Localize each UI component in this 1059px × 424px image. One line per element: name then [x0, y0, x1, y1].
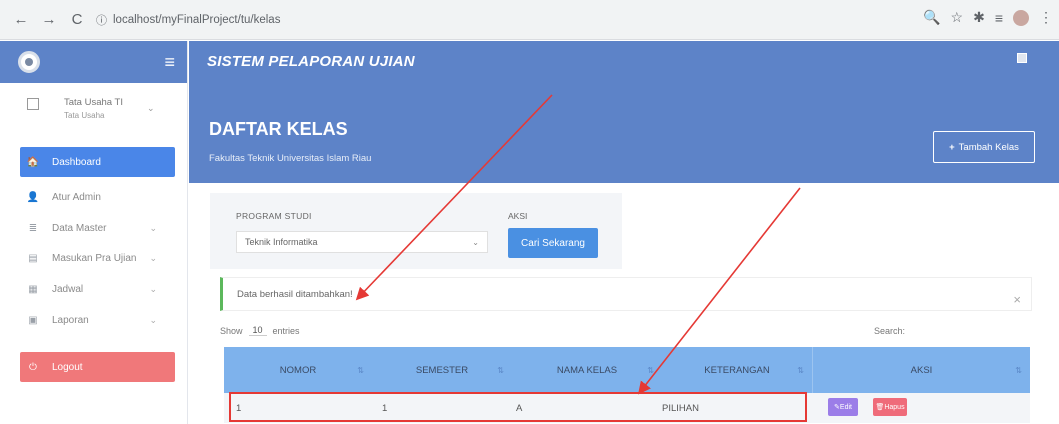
page-title: DAFTAR KELAS — [209, 119, 348, 139]
entries-control: Show 10 entries — [220, 325, 300, 336]
sidebar-item-label: Dashboard — [52, 156, 101, 168]
table-header: NOMOR ⇅ SEMESTER ⇅ NAMA KELAS ⇅ KETERANG… — [224, 347, 1030, 393]
sidebar-item-label: Masukan Pra Ujian — [52, 252, 137, 264]
sidebar: ≡ Tata Usaha TI Tata Usaha ⌄ 🏠 Dashboard… — [0, 41, 188, 424]
home-icon: 🏠 — [26, 156, 40, 168]
chevron-down-icon: ⌄ — [149, 314, 157, 325]
extension-icon[interactable]: ✱ — [973, 9, 985, 26]
column-nama-kelas[interactable]: NAMA KELAS ⇅ — [512, 347, 662, 393]
profile-avatar[interactable] — [1013, 9, 1029, 26]
action-label: AKSI — [508, 211, 528, 221]
delete-label: Hapus — [884, 403, 905, 411]
column-aksi[interactable]: AKSI ⇅ — [813, 347, 1030, 393]
sidebar-item-label: Logout — [52, 361, 83, 373]
sidebar-item-laporan[interactable]: ▣ Laporan ⌄ — [20, 305, 175, 335]
chevron-down-icon: ⌄ — [472, 237, 479, 247]
info-icon[interactable]: ⓘ — [96, 12, 107, 28]
success-alert: Data berhasil ditambahkan! × — [220, 277, 1032, 311]
sort-icon: ⇅ — [647, 365, 654, 375]
forward-icon[interactable]: → — [38, 9, 60, 31]
edit-label: Edit — [839, 403, 852, 411]
sort-icon: ⇅ — [797, 365, 804, 375]
user-role: Tata Usaha — [64, 111, 105, 120]
program-study-label: PROGRAM STUDI — [236, 211, 312, 221]
form-icon: ▤ — [28, 252, 38, 264]
report-icon: ▣ — [28, 314, 38, 326]
page-header: DAFTAR KELAS Fakultas Teknik Universitas… — [189, 83, 1059, 183]
column-nomor[interactable]: NOMOR ⇅ — [224, 347, 372, 393]
bookmark-star-icon[interactable]: ☆ — [951, 9, 964, 26]
sidebar-item-label: Data Master — [52, 222, 107, 234]
sidebar-header: ≡ — [0, 41, 187, 83]
chevron-down-icon: ⌄ — [149, 222, 157, 233]
program-study-select[interactable]: Teknik Informatika ⌄ — [236, 231, 488, 253]
column-label: NOMOR — [279, 364, 317, 376]
alert-message: Data berhasil ditambahkan! — [237, 289, 353, 300]
column-label: SEMESTER — [415, 364, 469, 376]
entries-label: entries — [272, 325, 300, 336]
column-label: AKSI — [910, 364, 933, 376]
avatar — [27, 98, 39, 110]
chevron-down-icon: ⌄ — [149, 283, 157, 294]
add-class-label: Tambah Kelas — [958, 141, 1019, 153]
page-subtitle: Fakultas Teknik Universitas Islam Riau — [209, 153, 372, 164]
close-icon[interactable]: × — [1013, 292, 1021, 307]
sort-icon: ⇅ — [1015, 365, 1022, 375]
show-label: Show — [220, 325, 243, 336]
hamburger-icon[interactable]: ≡ — [164, 53, 175, 71]
back-icon[interactable]: ← — [10, 9, 32, 31]
content-card: PROGRAM STUDI Teknik Informatika ⌄ AKSI … — [208, 183, 1032, 424]
logo — [18, 51, 40, 73]
sort-icon: ⇅ — [497, 365, 504, 375]
user-icon: 👤 — [26, 191, 40, 203]
sidebar-item-dashboard[interactable]: 🏠 Dashboard — [20, 147, 175, 177]
plus-icon: + — [949, 141, 955, 153]
filter-panel: PROGRAM STUDI Teknik Informatika ⌄ AKSI … — [210, 193, 622, 269]
user-name: Tata Usaha TI — [64, 97, 123, 108]
sidebar-item-masukan-pra-ujian[interactable]: ▤ Masukan Pra Ujian ⌄ — [20, 243, 175, 273]
topbar: SISTEM PELAPORAN UJIAN — [189, 41, 1059, 83]
column-label: KETERANGAN — [704, 364, 770, 376]
edit-button[interactable]: ✎ Edit — [828, 398, 858, 416]
database-icon: ≣ — [28, 222, 38, 234]
chevron-down-icon: ⌄ — [149, 252, 157, 263]
sidebar-item-data-master[interactable]: ≣ Data Master ⌄ — [20, 213, 175, 243]
browser-menu-icon[interactable]: ⋮ — [1039, 9, 1053, 26]
browser-toolbar: ← → C ⓘ localhost/myFinalProject/tu/kela… — [0, 0, 1059, 40]
power-icon: ⏻ — [29, 361, 37, 373]
browser-actions: 🔍 ☆ ✱ ≡ ⋮ — [923, 9, 1053, 26]
search-label: Search: — [874, 326, 906, 336]
add-class-button[interactable]: + Tambah Kelas — [933, 131, 1035, 163]
notification-image-icon[interactable] — [1017, 53, 1027, 63]
reload-icon[interactable]: C — [66, 9, 88, 31]
chevron-down-icon[interactable]: ⌄ — [147, 103, 155, 114]
url-text[interactable]: localhost/myFinalProject/tu/kelas — [113, 14, 280, 26]
sidebar-item-atur-admin[interactable]: 👤 Atur Admin — [20, 182, 175, 212]
user-panel[interactable]: Tata Usaha TI Tata Usaha ⌄ — [0, 83, 187, 141]
column-keterangan[interactable]: KETERANGAN ⇅ — [662, 347, 812, 393]
app-title: SISTEM PELAPORAN UJIAN — [207, 53, 415, 70]
delete-button[interactable]: 🗑 Hapus — [873, 398, 907, 416]
sidebar-item-logout[interactable]: ⏻ Logout — [20, 352, 175, 382]
column-semester[interactable]: SEMESTER ⇅ — [372, 347, 512, 393]
sidebar-item-label: Jadwal — [52, 283, 84, 295]
trash-icon: 🗑 — [875, 404, 885, 411]
sort-icon: ⇅ — [357, 365, 364, 375]
zoom-icon[interactable]: 🔍 — [923, 9, 940, 26]
playlist-icon[interactable]: ≡ — [995, 10, 1003, 26]
column-label: NAMA KELAS — [556, 364, 618, 376]
sidebar-item-jadwal[interactable]: ▦ Jadwal ⌄ — [20, 274, 175, 304]
entries-select[interactable]: 10 — [248, 325, 267, 336]
calendar-icon: ▦ — [28, 283, 38, 295]
program-study-value: Teknik Informatika — [245, 237, 318, 247]
search-now-button[interactable]: Cari Sekarang — [508, 228, 598, 258]
sidebar-item-label: Laporan — [52, 314, 89, 326]
sidebar-item-label: Atur Admin — [52, 191, 101, 203]
address-bar[interactable]: ⓘ localhost/myFinalProject/tu/kelas — [96, 8, 756, 32]
highlight-box — [229, 392, 807, 422]
